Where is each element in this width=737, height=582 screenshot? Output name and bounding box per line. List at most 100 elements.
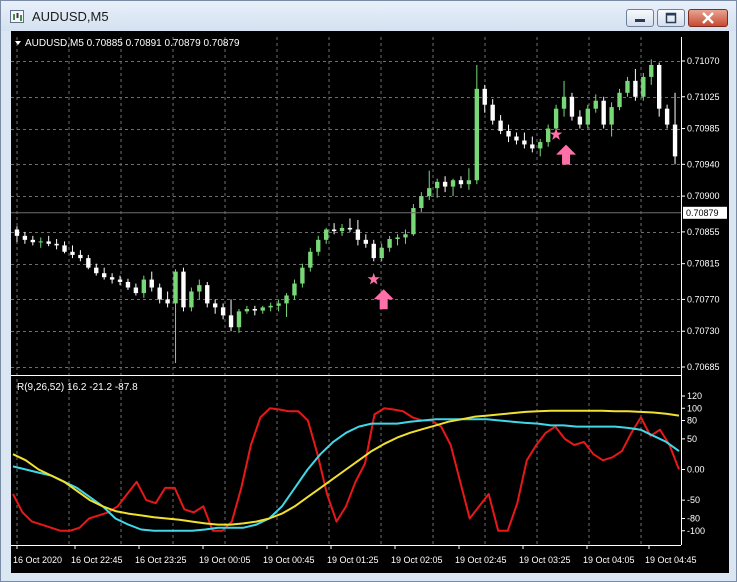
indicator-tick-label: 0.00	[687, 465, 705, 475]
time-tick-label: 19 Oct 00:05	[199, 555, 251, 565]
price-tick-label: 0.71070	[687, 56, 720, 66]
minimize-button[interactable]	[626, 9, 654, 27]
candle-body	[363, 239, 369, 244]
time-tick-label: 19 Oct 04:45	[645, 555, 697, 565]
price-tick-label: 0.70770	[687, 294, 720, 304]
candle-body	[70, 251, 75, 255]
indicator-tick-label: -100	[687, 526, 705, 536]
oscillator-lines	[12, 407, 680, 532]
candle-body	[625, 80, 630, 93]
minimize-icon	[635, 19, 645, 22]
title-bar[interactable]: AUDUSD,M5	[1, 1, 736, 31]
candle-body	[62, 245, 67, 252]
close-button[interactable]	[688, 9, 728, 27]
candle-body	[522, 140, 527, 145]
close-icon	[702, 12, 714, 24]
candle-body	[442, 181, 448, 187]
candle-body	[284, 295, 289, 304]
signals-layer	[367, 128, 577, 310]
candle-body	[458, 180, 464, 185]
candle-body	[268, 305, 273, 308]
candle-body	[403, 234, 408, 238]
dropdown-arrow-icon[interactable]	[15, 41, 21, 45]
candle-body	[482, 88, 487, 105]
candle-body	[490, 104, 495, 121]
candle-body	[506, 130, 511, 137]
indicator-tick-label: 100	[687, 403, 702, 413]
price-tick-label: 0.70985	[687, 124, 720, 134]
window-title: AUDUSD,M5	[32, 9, 109, 24]
candle-body	[54, 243, 59, 246]
candle-body	[323, 229, 329, 240]
candle-body	[474, 88, 480, 181]
main-chart-header: AUDUSD,M5 0.70885 0.70891 0.70879 0.7087…	[15, 38, 240, 49]
candle-body	[427, 188, 432, 197]
candle-body	[125, 281, 131, 288]
time-axis: 16 Oct 2020 16 Oct 22:45 16 Oct 23:25 19 Oc…	[13, 545, 697, 565]
price-tick-label: 0.70730	[687, 326, 720, 336]
candle-body	[30, 239, 36, 243]
candle-body	[672, 124, 678, 157]
candle-body	[347, 227, 353, 230]
chart-canvas[interactable]: AUDUSD,M5 0.70885 0.70891 0.70879 0.7087…	[11, 31, 729, 573]
candle-body	[22, 235, 28, 240]
time-tick-label: 19 Oct 01:25	[327, 555, 379, 565]
indicator-label: R(9,26,52) 16.2 -21.2 -87.8	[17, 382, 138, 393]
candle-body	[498, 120, 503, 131]
candle-body	[585, 108, 591, 125]
symbol-ohlc-label: AUDUSD,M5 0.70885 0.70891 0.70879 0.7087…	[25, 38, 240, 49]
chart-area[interactable]: AUDUSD,M5 0.70885 0.70891 0.70879 0.7087…	[11, 31, 729, 573]
candle-body	[331, 229, 337, 232]
candle-body	[633, 80, 638, 97]
candle-body	[78, 254, 83, 259]
candle-body	[553, 108, 559, 129]
indicator-tick-label: 120	[687, 391, 702, 401]
candle-body	[577, 116, 583, 125]
indicator-tick-label: 80	[687, 416, 697, 426]
candle-body	[109, 277, 115, 280]
candle-body	[411, 208, 416, 235]
maximize-icon	[665, 12, 677, 24]
price-tick-label: 0.70815	[687, 259, 720, 269]
candle-body	[419, 196, 424, 209]
candle-body	[617, 92, 622, 108]
candle-body	[395, 237, 400, 240]
candle-body	[260, 307, 265, 311]
candle-body	[133, 287, 139, 294]
candle-body	[220, 307, 226, 316]
candle-body	[466, 180, 472, 185]
candle-body	[38, 241, 43, 243]
buy-arrow-icon	[556, 144, 577, 165]
candle-body	[649, 64, 654, 77]
chart-window: AUDUSD,M5 AUDUSD,M5 0.70885 0.70891 0.70…	[0, 0, 737, 582]
indicator-tick-label: -80	[687, 514, 700, 524]
candle-body	[212, 303, 218, 308]
candle-body	[14, 229, 20, 236]
candle-body	[434, 181, 440, 189]
candle-body	[141, 279, 147, 294]
candle-body	[641, 76, 646, 97]
candle-body	[593, 100, 598, 109]
buy-arrow-icon	[373, 289, 394, 310]
candle-body	[244, 308, 250, 312]
candles-layer	[14, 59, 678, 364]
current-price-label: 0.70879	[686, 208, 719, 218]
candle-body	[561, 96, 567, 109]
candle-body	[189, 291, 194, 308]
candle-body	[530, 144, 535, 149]
chart-window-icon	[10, 10, 24, 23]
candle-body	[149, 279, 154, 288]
candle-body	[181, 271, 186, 308]
candle-body	[173, 271, 178, 304]
candle-body	[656, 64, 662, 109]
maximize-button[interactable]	[657, 9, 685, 27]
candle-body	[197, 285, 202, 292]
candle-body	[101, 273, 107, 278]
indicator-tick-label: -50	[687, 495, 700, 505]
time-tick-label: 19 Oct 03:25	[519, 555, 571, 565]
candle-body	[664, 108, 670, 125]
candle-body	[569, 96, 575, 117]
candle-body	[339, 227, 345, 232]
candle-body	[117, 279, 123, 282]
signal-star-icon	[367, 272, 380, 285]
